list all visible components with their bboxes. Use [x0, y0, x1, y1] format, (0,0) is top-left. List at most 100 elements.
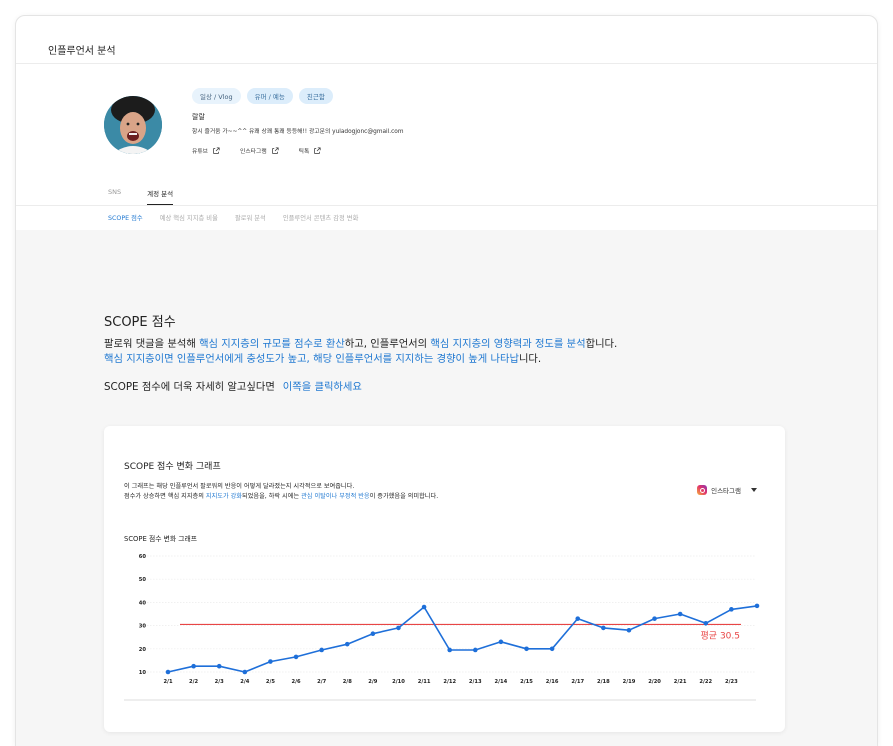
scope-description: 팔로워 댓글을 분석해 핵심 지지층의 규모를 점수로 환산하고, 인플루언서의…: [104, 337, 617, 367]
avatar-image: [104, 96, 162, 154]
instagram-link[interactable]: 인스타그램: [240, 146, 279, 155]
tiktok-link-label: 틱톡: [298, 149, 310, 155]
more-info: SCOPE 점수에 더욱 자세히 알고싶다면 이쪽을 클릭하세요: [104, 378, 362, 393]
series-line: [167, 605, 758, 673]
data-point: [268, 659, 273, 664]
x-tick-label: 2/15: [520, 679, 533, 685]
desc-highlight: 핵심 지지층이면 인플루언서에게 충성도가 높고, 해당 인플루언서를 지지하는…: [104, 353, 519, 365]
desc-text: 팔로워 댓글을 분석해: [104, 338, 200, 350]
tag-friendly: 친근함: [298, 88, 333, 104]
page-title: 인플루언서 분석: [48, 46, 116, 57]
y-tick-label: 10: [139, 670, 147, 676]
x-tick-label: 2/3: [215, 679, 225, 685]
x-tick-label: 2/1: [163, 679, 173, 685]
tab-account-analysis[interactable]: 계정 분석: [147, 188, 174, 205]
data-point: [575, 616, 581, 621]
y-tick-label: 30: [139, 624, 147, 630]
data-point: [626, 627, 632, 633]
data-point: [165, 669, 171, 675]
youtube-link[interactable]: 유튜브: [192, 146, 220, 155]
y-tick-label: 60: [139, 554, 147, 560]
x-tick-label: 2/9: [368, 679, 378, 685]
y-tick-label: 50: [139, 577, 147, 583]
data-point: [191, 663, 196, 669]
subtab-emotion-change[interactable]: 인플루언서 콘텐츠 감정 변화: [283, 213, 359, 222]
subtab-core-supporter-ratio[interactable]: 예상 핵심 지지층 비율: [160, 213, 218, 222]
x-tick-label: 2/8: [343, 679, 353, 685]
average-label: 평균 30.5: [701, 630, 740, 641]
external-link-icon: [271, 146, 279, 154]
data-point: [370, 631, 376, 637]
avatar: [104, 96, 162, 154]
desc-highlight: 핵심 지지층의 규모를 점수로 환산: [199, 338, 345, 350]
sub-tabs: SCOPE 점수 예상 핵심 지지층 비율 팔로워 분석 인플루언서 콘텐츠 감…: [108, 213, 358, 222]
youtube-link-label: 유튜브: [192, 149, 208, 155]
tiktok-link[interactable]: 틱톡: [299, 146, 322, 155]
x-tick-label: 2/14: [495, 679, 508, 685]
x-tick-label: 2/17: [571, 679, 584, 685]
x-tick-label: 2/10: [392, 679, 405, 685]
data-point: [754, 603, 760, 609]
x-tick-label: 2/11: [418, 679, 431, 685]
tag-list: 일상 / Vlog 유머 / 예능 친근함: [192, 88, 333, 104]
app-frame: 인플루언서 분석 일상 / Vlog 유머 / 예능 친근함 랄랄 항시 즐거움…: [15, 15, 878, 746]
data-point: [703, 620, 709, 626]
social-links: 유튜브 인스타그램 틱톡: [192, 146, 321, 155]
desc-highlight: 핵심 지지층의 영향력과 정도를 분석: [430, 338, 586, 350]
x-tick-label: 2/4: [240, 679, 250, 685]
data-point: [293, 654, 299, 660]
tabs-divider: [16, 205, 877, 206]
data-point: [652, 616, 657, 621]
data-point: [601, 625, 606, 631]
x-tick-label: 2/16: [546, 679, 559, 685]
desc-text: 합니다.: [585, 338, 618, 350]
data-point: [344, 641, 350, 647]
tag-daily-vlog: 일상 / Vlog: [192, 88, 241, 104]
x-tick-label: 2/18: [597, 679, 610, 685]
x-tick-label: 2/12: [443, 679, 456, 685]
instagram-link-label: 인스타그램: [240, 149, 267, 155]
x-tick-label: 2/22: [699, 679, 712, 685]
chart-card: SCOPE 점수 변화 그래프 이 그래프는 해당 인플루언서 팔로워의 반응이…: [104, 426, 785, 732]
data-point: [473, 647, 478, 653]
external-link-icon: [213, 146, 220, 154]
x-tick-label: 2/23: [725, 679, 738, 685]
influencer-name: 랄랄: [192, 113, 205, 121]
x-tick-label: 2/21: [674, 679, 687, 685]
data-point: [549, 646, 555, 652]
data-point: [447, 647, 452, 653]
top-bar: 인플루언서 분석: [16, 16, 877, 64]
x-tick-label: 2/13: [469, 679, 482, 685]
more-link[interactable]: 이쪽을 클릭하세요: [283, 381, 362, 393]
external-link-icon: [314, 146, 321, 154]
x-tick-label: 2/5: [266, 679, 276, 685]
y-tick-label: 20: [139, 647, 147, 653]
x-tick-label: 2/6: [291, 679, 301, 685]
tag-humor: 유머 / 예능: [246, 88, 293, 104]
data-point: [729, 607, 734, 612]
section-title: SCOPE 점수: [104, 315, 176, 330]
data-point: [242, 669, 248, 675]
x-tick-label: 2/19: [623, 679, 636, 685]
tab-sns[interactable]: SNS: [108, 188, 121, 205]
scope-line-chart: 10 20 30 40 50 60 평균 30.5 2/1 2/2 2/3 2/4 2/5 2/6 2/7…: [124, 554, 760, 701]
data-point: [319, 647, 324, 653]
influencer-description: 항시 즐거움 가~~^^ 유쾌 상쾌 통쾌 등등해!! 광고문의 yuladog…: [192, 129, 404, 135]
x-tick-label: 2/7: [317, 679, 327, 685]
data-point: [524, 646, 529, 652]
data-point: [396, 625, 401, 631]
x-tick-label: 2/20: [648, 679, 661, 685]
y-tick-label: 40: [139, 600, 147, 606]
more-text: SCOPE 점수에 더욱 자세히 알고싶다면: [104, 381, 275, 393]
x-tick-label: 2/2: [189, 679, 199, 685]
data-point: [498, 639, 504, 645]
desc-text: 하고, 인플루언서의: [344, 338, 431, 350]
data-point: [677, 611, 683, 617]
content-area: SCOPE 점수 팔로워 댓글을 분석해 핵심 지지층의 규모를 점수로 환산하…: [16, 230, 877, 746]
subtab-follower-analysis[interactable]: 팔로워 분석: [235, 213, 266, 222]
data-point: [421, 604, 427, 610]
desc-text: 니다.: [518, 353, 542, 365]
main-tabs: SNS 계정 분석: [108, 188, 174, 205]
subtab-scope-score[interactable]: SCOPE 점수: [108, 213, 143, 222]
data-point: [216, 663, 222, 669]
